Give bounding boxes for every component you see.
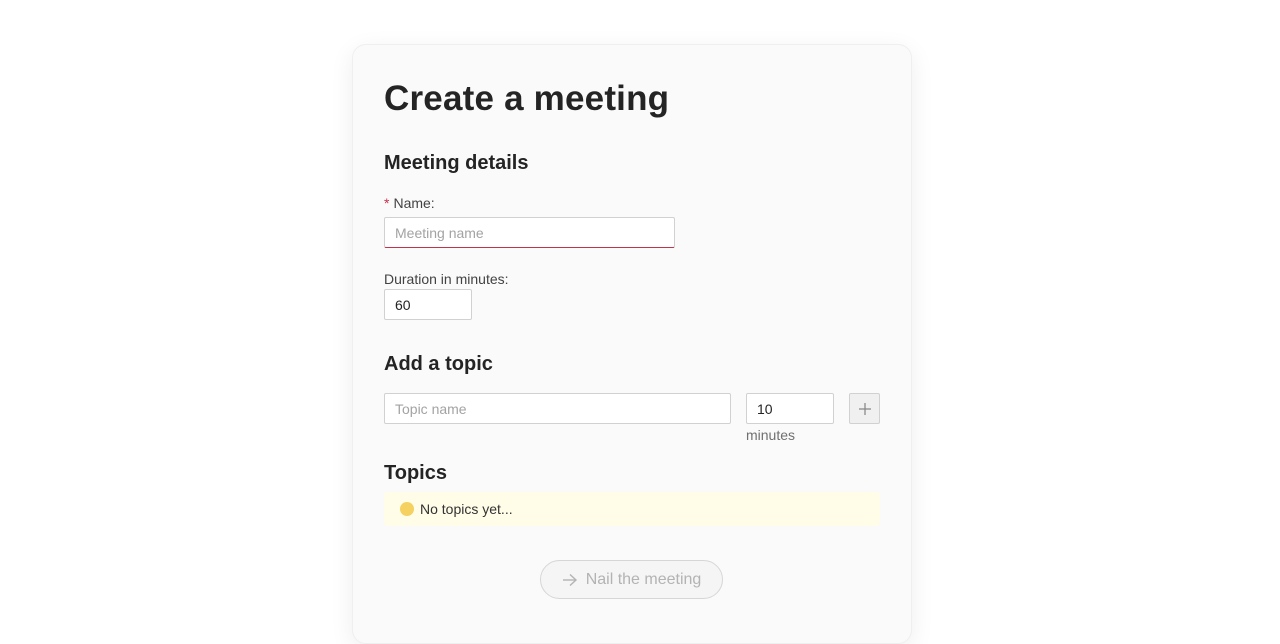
meeting-name-placeholder: Meeting name — [395, 224, 484, 241]
topic-minutes-hint: minutes — [746, 427, 796, 443]
plus-icon — [858, 402, 871, 415]
create-meeting-card: Create a meeting Meeting details * Name: … — [352, 44, 912, 644]
required-marker: * — [384, 195, 390, 211]
nail-the-meeting-button[interactable]: Nail the meeting — [540, 560, 723, 599]
arrow-right-icon — [562, 573, 577, 586]
add-topic-button[interactable] — [849, 393, 880, 424]
topics-empty-state: No topics yet... — [384, 492, 880, 526]
meeting-name-input[interactable]: Meeting name — [384, 217, 675, 248]
nail-the-meeting-label: Nail the meeting — [585, 570, 702, 588]
duration-input[interactable]: 60 — [384, 289, 472, 320]
topic-name-input[interactable]: Topic name — [384, 393, 731, 424]
add-topic-heading: Add a topic — [384, 353, 493, 375]
name-label-text: Name: — [393, 195, 435, 211]
name-label: * Name: — [384, 194, 435, 212]
info-dot-icon — [400, 502, 414, 516]
page-title: Create a meeting — [384, 79, 670, 118]
topic-minutes-value: 10 — [757, 400, 773, 417]
topics-empty-message: No topics yet... — [420, 501, 513, 517]
topics-heading: Topics — [384, 462, 447, 484]
topic-name-placeholder: Topic name — [395, 400, 467, 417]
topic-minutes-input[interactable]: 10 — [746, 393, 834, 424]
meeting-details-heading: Meeting details — [384, 152, 529, 174]
duration-label: Duration in minutes: — [384, 271, 509, 287]
duration-value: 60 — [395, 296, 411, 313]
